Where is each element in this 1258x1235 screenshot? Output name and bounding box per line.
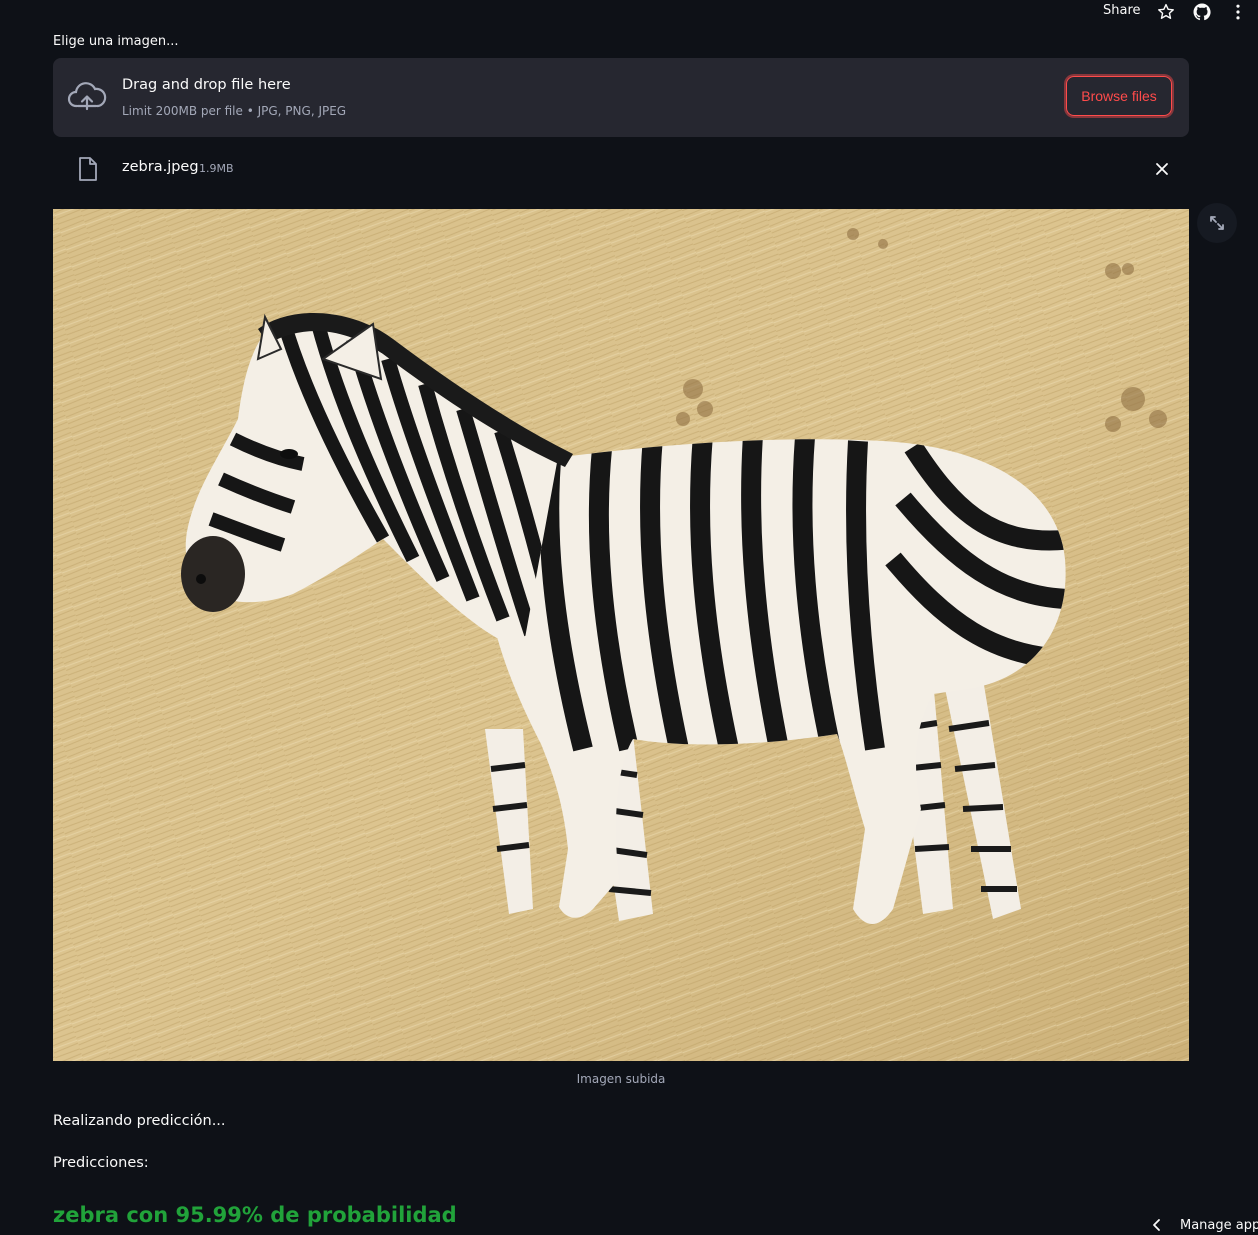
dropzone-title: Drag and drop file here <box>122 77 291 93</box>
zebra-photo <box>53 209 1189 1061</box>
expand-icon <box>1210 216 1224 230</box>
uploaded-file-row: zebra.jpeg 1.9MB <box>53 150 1189 188</box>
star-icon[interactable] <box>1156 2 1176 22</box>
browse-files-button[interactable]: Browse files <box>1066 76 1172 116</box>
uploaded-image <box>53 209 1189 1061</box>
app-root: Share Elige una imagen... Drag and drop … <box>0 0 1258 1235</box>
file-icon <box>79 157 97 181</box>
close-icon[interactable] <box>1152 159 1172 179</box>
prediction-result: zebra con 95.99% de probabilidad <box>53 1203 457 1227</box>
chevron-left-icon <box>1153 1219 1160 1231</box>
cloud-upload-icon <box>67 82 107 111</box>
share-button[interactable]: Share <box>1103 3 1141 18</box>
manage-app-label: Manage app <box>1180 1217 1258 1233</box>
file-name: zebra.jpeg <box>122 159 199 175</box>
fullscreen-button[interactable] <box>1197 203 1237 243</box>
predictions-heading: Predicciones: <box>53 1155 149 1171</box>
manage-app-button[interactable]: Manage app <box>1150 1214 1258 1235</box>
more-vertical-icon[interactable] <box>1228 2 1248 22</box>
prediction-status: Realizando predicción... <box>53 1113 226 1129</box>
image-caption: Imagen subida <box>576 1072 666 1086</box>
github-icon[interactable] <box>1192 2 1212 22</box>
dropzone-subtitle: Limit 200MB per file • JPG, PNG, JPEG <box>122 104 347 118</box>
uploader-label: Elige una imagen... <box>53 34 179 49</box>
file-size: 1.9MB <box>199 162 234 175</box>
file-dropzone[interactable]: Drag and drop file here Limit 200MB per … <box>53 58 1189 137</box>
